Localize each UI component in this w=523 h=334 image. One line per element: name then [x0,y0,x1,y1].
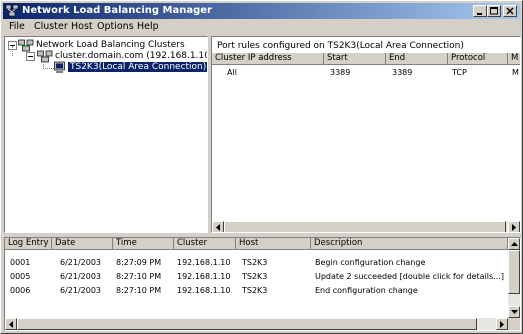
window-title: Network Load Balancing Manager [22,5,212,16]
size-grip[interactable] [508,318,520,330]
hscroll-thumb[interactable] [224,221,506,232]
log-cell-entry: 0006 [10,286,31,295]
scroll-up-button[interactable] [508,238,520,250]
menu-host[interactable]: Host [71,21,93,32]
log-scroll-left-button[interactable] [5,318,17,330]
tree-host-label[interactable]: TS2K3(Local Area Connection) [66,61,207,73]
main-window: Network Load Balancing Manager File Clus… [0,0,523,334]
tree-line [12,46,14,56]
log-row[interactable]: 0005 6/21/2003 8:27:10 PM 192.168.1.10 T… [5,272,508,283]
arrow-down-icon [511,310,518,314]
log-scroll-right-button[interactable] [496,318,508,330]
arrow-left-icon [216,224,220,231]
col-log-entry[interactable]: Log Entry [5,238,52,250]
nlb-app-icon [5,4,19,18]
log-cell-host: TS2K3 [242,286,268,295]
title-bar[interactable]: Network Load Balancing Manager [3,3,520,19]
log-hscroll-thumb[interactable] [17,318,477,330]
rule-cell-mode: M [512,68,519,77]
col-description[interactable]: Description [311,238,508,250]
col-end[interactable]: End [386,53,448,65]
tree-cluster-label[interactable]: cluster.domain.com (192.168.1.10) [55,51,207,61]
log-cell-time: 8:27:09 PM [116,258,162,267]
scroll-left-button[interactable] [212,221,224,232]
col-cluster[interactable]: Cluster [174,238,236,250]
log-cell-cluster: 192.168.1.10 [177,258,231,267]
arrow-right-icon [512,224,516,231]
port-rules-pane: Port rules configured on TS2K3(Local Are… [211,36,521,233]
col-host[interactable]: Host [236,238,311,250]
host-icon [54,61,66,77]
log-cell-entry: 0001 [10,258,31,267]
col-mode[interactable]: M [508,53,520,65]
menu-options[interactable]: Options [97,21,134,32]
rule-cell-ip: All [227,68,237,77]
log-cell-host: TS2K3 [242,258,268,267]
arrow-right-icon [500,321,504,328]
menu-bar: File Cluster Host Options Help [3,20,520,34]
port-rule-row[interactable]: All 3389 3389 TCP M [212,68,519,79]
log-cell-cluster: 192.168.1.10 [177,286,231,295]
col-start[interactable]: Start [324,53,386,65]
menu-file[interactable]: File [9,21,25,32]
log-header: Log Entry Date Time Cluster Host Descrip… [5,238,508,250]
menu-cluster[interactable]: Cluster [34,21,68,32]
port-rules-header: Cluster IP address Start End Protocol M [212,53,520,65]
close-button[interactable] [503,5,517,17]
log-cell-host: TS2K3 [242,272,268,281]
log-cell-time: 8:27:10 PM [116,272,162,281]
log-cell-date: 6/21/2003 [60,272,102,281]
col-date[interactable]: Date [52,238,113,250]
minimize-button[interactable] [473,5,487,17]
log-cell-time: 8:27:10 PM [116,286,162,295]
tree-root-label[interactable]: Network Load Balancing Clusters [36,40,185,50]
port-rules-caption: Port rules configured on TS2K3(Local Are… [217,41,464,51]
log-cell-description: End configuration change [315,286,418,295]
col-time[interactable]: Time [113,238,174,250]
col-protocol[interactable]: Protocol [448,53,508,65]
vscroll-thumb[interactable] [508,250,520,294]
cluster-tree-pane: Network Load Balancing Clusters cluster.… [4,36,208,233]
scroll-down-button[interactable] [508,306,520,318]
log-row[interactable]: 0006 6/21/2003 8:27:10 PM 192.168.1.10 T… [5,286,508,297]
log-cell-cluster: 192.168.1.10 [177,272,231,281]
maximize-button[interactable] [487,5,501,17]
col-cluster-ip[interactable]: Cluster IP address [212,53,324,65]
log-pane: Log Entry Date Time Cluster Host Descrip… [4,237,521,331]
log-hscrollbar[interactable] [5,318,508,330]
close-icon [506,7,514,15]
scroll-right-button[interactable] [508,221,520,232]
log-vscrollbar[interactable] [508,238,520,318]
minimize-icon [477,13,482,15]
collapse-cluster-icon[interactable] [26,52,35,64]
log-cell-entry: 0005 [10,272,31,281]
log-cell-description: Update 2 succeeded [double click for det… [315,272,504,281]
log-cell-description: Begin configuration change [315,258,426,267]
log-row[interactable]: 0001 6/21/2003 8:27:09 PM 192.168.1.10 T… [5,258,508,269]
maximize-icon [490,7,498,15]
rule-cell-end: 3389 [392,68,413,77]
rule-cell-protocol: TCP [452,68,467,77]
arrow-left-icon [9,321,13,328]
port-rules-hscrollbar[interactable] [212,221,520,232]
rule-cell-start: 3389 [330,68,351,77]
arrow-up-icon [511,242,518,246]
log-cell-date: 6/21/2003 [60,286,102,295]
tree-line [43,62,54,69]
menu-help[interactable]: Help [137,21,159,32]
log-cell-date: 6/21/2003 [60,258,102,267]
